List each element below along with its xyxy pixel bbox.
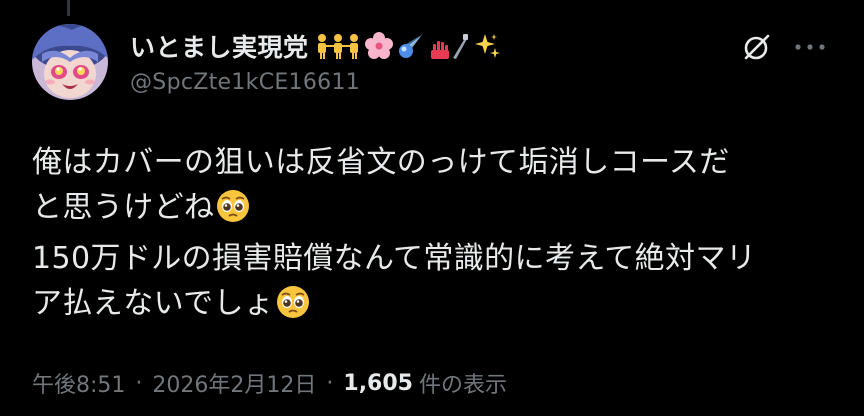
- avatar[interactable]: [32, 24, 108, 100]
- comet-icon: [398, 34, 423, 58]
- views-count[interactable]: 1,605: [343, 371, 413, 396]
- user-handle[interactable]: @SpcZte1kCE16611: [130, 70, 360, 95]
- pleading-face-icon: [216, 189, 250, 236]
- tweet-time[interactable]: 午後8:51: [32, 367, 125, 399]
- grok-icon: [744, 34, 770, 60]
- pleading-face-icon: [276, 285, 310, 332]
- more-options-button[interactable]: [790, 30, 830, 64]
- tweet-line-1: 俺はカバーの狙いは反省文のっけて垢消しコースだ: [32, 145, 730, 180]
- thread-connector-line: [67, 0, 70, 16]
- tweet-line-4-text: ア払えないでしょ: [32, 286, 275, 321]
- more-options-icon: [795, 44, 825, 50]
- tweet-metadata: 午後8:51 · 2026年2月12日 · 1,605 件の表示: [32, 367, 507, 399]
- grok-button[interactable]: [740, 30, 774, 64]
- name-emoji-strip: [315, 32, 501, 60]
- tweet-line-2-text: と思うけどね: [32, 190, 215, 225]
- tweet-line-2: と思うけどね: [32, 185, 832, 236]
- tweet-text: 俺はカバーの狙いは反省文のっけて垢消しコースだ と思うけどね 150万ドルの損害…: [32, 140, 832, 332]
- nail-polish-icon: [430, 34, 468, 59]
- meta-separator: ·: [135, 370, 143, 396]
- author-name-row[interactable]: いとまし実現党: [130, 30, 501, 62]
- tweet-date[interactable]: 2026年2月12日: [152, 367, 316, 399]
- cherry-blossom-icon: [364, 32, 393, 59]
- views-label[interactable]: 件の表示: [419, 367, 507, 399]
- display-name[interactable]: いとまし実現党: [130, 28, 309, 64]
- tweet-line-3: 150万ドルの損害賠償なんて常識的に考えて絶対マリ: [32, 241, 757, 276]
- people-holding-hands-icon: [317, 34, 358, 59]
- tweet-line-4: ア払えないでしょ: [32, 281, 832, 332]
- sparkles-icon: [474, 34, 500, 58]
- meta-separator: ·: [326, 370, 334, 396]
